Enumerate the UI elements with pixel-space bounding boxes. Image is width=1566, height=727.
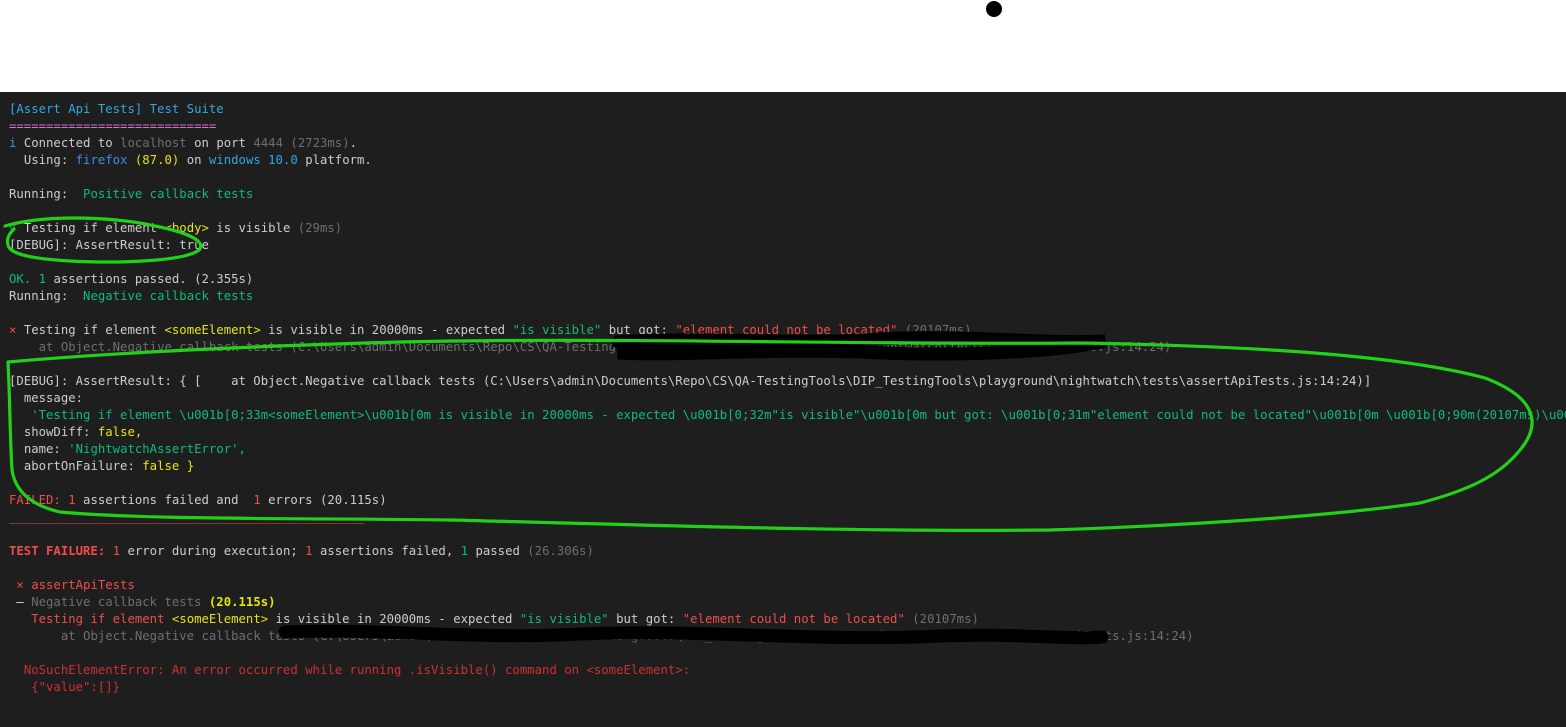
summary-stack: at Object.Negative callback tests (C:\Us… <box>60 629 1194 643</box>
abort-line: abortOnFailure: false } <box>23 459 195 473</box>
suite-title: [Assert Api Tests] Test Suite <box>9 102 224 116</box>
using-line: Using: firefox (87.0) on windows 10.0 pl… <box>23 153 372 167</box>
info-icon: i <box>9 136 17 150</box>
summary-test: Testing if element <someElement> is visi… <box>31 612 979 626</box>
dash-separator: ________________________________________… <box>9 510 365 524</box>
summary-group: – Negative callback tests (20.115s) <box>16 595 276 609</box>
cross-icon: × <box>16 578 24 592</box>
error-line: NoSuchElementError: An error occurred wh… <box>23 663 691 677</box>
cursor-dot <box>986 1 1002 17</box>
browser-name: firefox <box>75 153 128 167</box>
message-value: 'Testing if element \u001b[0;33m<someEle… <box>31 408 1566 422</box>
ok-line: OK. 1 assertions passed. (2.355s) <box>9 272 254 286</box>
name-line: name: 'NightwatchAssertError', <box>23 442 246 456</box>
check-icon: √ <box>9 221 17 235</box>
test-fail-line: × Testing if element <someElement> is vi… <box>9 323 972 337</box>
debug-true-line: [DEBUG]: AssertResult: true <box>9 238 209 252</box>
connected-line: i Connected to localhost on port 4444 (2… <box>9 136 358 150</box>
stack-line: at Object.Negative callback tests (C:\Us… <box>38 340 1172 354</box>
test-pass-line: √ Testing if element <body> is visible (… <box>9 221 343 235</box>
host: localhost <box>120 136 187 150</box>
suite-separator: ============================ <box>9 119 217 133</box>
message-key: message: <box>23 391 84 405</box>
running-negative: Running: Negative callback tests <box>9 289 254 303</box>
showdiff-line: showDiff: false, <box>23 425 143 439</box>
port: 4444 <box>253 136 283 150</box>
running-positive: Running: Positive callback tests <box>9 187 254 201</box>
summary-file: × assertApiTests <box>16 578 135 592</box>
test-failure-line: TEST FAILURE: 1 error during execution; … <box>9 544 594 558</box>
terminal-output[interactable]: [Assert Api Tests] Test Suite ==========… <box>0 92 1566 727</box>
debug-object-line: [DEBUG]: AssertResult: { [ at Object.Neg… <box>9 374 1372 388</box>
failed-line: FAILED: 1 assertions failed and 1 errors… <box>9 493 387 507</box>
error-value: {"value":[]} <box>31 680 121 694</box>
cross-icon: × <box>9 323 17 337</box>
